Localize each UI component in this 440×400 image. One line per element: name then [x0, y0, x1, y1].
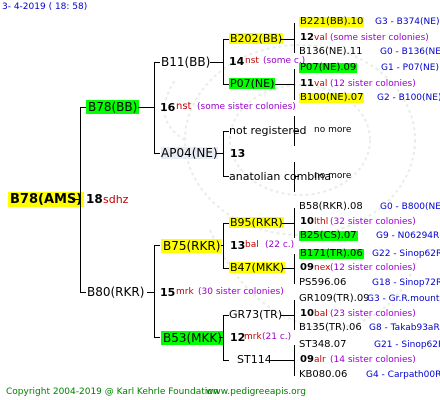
footer-copyright: Copyright 2004-2019 @ Karl Kehrle Founda…: [6, 387, 219, 397]
gen5-b136-name: B136(NE).11: [299, 46, 363, 57]
gen4-b47-name: B47(MKK): [229, 261, 286, 274]
footer-site-link[interactable]: www.pedigreeapis.org: [206, 388, 306, 397]
gen5-v09a-count: 09: [300, 262, 314, 273]
gen4-st114-name: ST114: [237, 353, 272, 366]
gen3-b75-abbr: bal: [245, 240, 259, 250]
gen5-b135-name: B135(TR).06: [299, 322, 362, 333]
father-abbr: nst: [176, 101, 192, 112]
gen5-v10a-count: 10: [300, 216, 314, 227]
gen5-v09b-note: (14 sister colonies): [330, 355, 416, 365]
gen5-v09b-count: 09: [300, 354, 314, 365]
gen5-nomore-1: no more: [314, 125, 352, 135]
gen5-ps596-name: PS596.06: [299, 277, 347, 288]
gen5-b58-name: B58(RKR).08: [299, 201, 363, 212]
gen5-v09a-abbr: nex: [314, 263, 331, 273]
father-note: (some sister colonies): [197, 102, 296, 112]
mother-count: 15: [160, 286, 176, 299]
gen4-b95-name: B95(RKR): [229, 216, 284, 229]
gen5-st348-name: ST348.07: [299, 339, 347, 350]
gen3-b53-name: B53(MKK): [161, 331, 224, 345]
gen5-v10a-note: (32 sister colonies): [330, 217, 416, 227]
mother-abbr: mrk: [176, 287, 194, 297]
gen5-b171-code: G22 - Sinop62R: [372, 249, 440, 259]
gen3-b75-name: B75(RKR): [161, 239, 223, 253]
gen5-v09a-note: (12 sister colonies): [330, 263, 416, 273]
root-abbr: sdhz: [103, 193, 129, 206]
gen5-v09b-abbr: alr: [314, 355, 326, 365]
root-count: 18: [86, 192, 103, 206]
gen5-v11-count: 11: [300, 78, 314, 89]
gen5-v12-note: (some sister colonies): [330, 33, 429, 43]
gen5-v11-note: (12 sister colonies): [330, 79, 416, 89]
gen5-ps596-code: G18 - Sinop72R: [372, 278, 440, 288]
gen5-p07-name: P07(NE).09: [299, 62, 358, 73]
father-count: 16: [160, 101, 176, 114]
gen4-b202-count: 14: [229, 55, 245, 68]
gen5-b136-code: G0 - B136(NE): [380, 47, 440, 57]
gen5-kb080-name: KB080.06: [299, 369, 348, 380]
mother-note: (30 sister colonies): [198, 287, 284, 297]
gen3-b75-count: 13: [230, 239, 246, 252]
gen5-v10b-count: 10: [300, 308, 314, 319]
gen5-b25-name: B25(CS).07: [299, 230, 358, 241]
gen3-b53-note: (21 c.): [262, 332, 292, 342]
gen5-nomore-2: no more: [314, 171, 352, 181]
gen3-ap04-count: 13: [230, 147, 246, 160]
gen3-b75-note: (22 c.): [265, 240, 295, 250]
gen4-p07-name: P07(NE): [229, 77, 276, 90]
gen5-v10b-abbr: bal: [314, 309, 328, 319]
gen5-st348-code: G21 - Sinop62R: [374, 340, 440, 350]
gen3-ap04-name: AP04(NE): [161, 146, 218, 160]
gen5-gr109-name: GR109(TR).09: [299, 293, 370, 304]
gen5-v10a-abbr: lthl: [314, 217, 329, 227]
gen5-gr109-code: G3 - Gr.R.mounta: [367, 294, 440, 304]
gen5-b135-code: G8 - Takab93aR: [369, 323, 440, 333]
gen5-b25-code: G9 - N06294R: [376, 231, 440, 241]
date-header: 3- 4-2019 ( 18: 58): [2, 2, 88, 12]
gen5-v10b-note: (23 sister colonies): [330, 309, 416, 319]
gen5-b171-name: B171(TR).06: [299, 248, 364, 259]
gen4-b202-abbr: nst: [245, 56, 259, 66]
gen5-v11-abbr: val: [314, 79, 328, 89]
gen3-b53-abbr: mrk: [244, 332, 262, 342]
gen5-p07-code: G1 - P07(NE): [381, 63, 439, 73]
gen5-b58-code: G0 - B800(NE): [380, 202, 440, 212]
gen5-v12-abbr: val: [314, 33, 328, 43]
pedigree-chart: 3- 4-2019 ( 18: 58) B78(AMS) 18 sdhz B78…: [0, 0, 440, 400]
gen5-b100-code: G2 - B100(NE): [377, 93, 440, 103]
gen5-b100-name: B100(NE).07: [299, 92, 365, 103]
gen5-v12-count: 12: [300, 32, 314, 43]
gen4-gr73-name: GR73(TR): [229, 308, 283, 321]
gen5-b221-name: B221(BB).10: [299, 16, 365, 27]
mother-queen-name: B80(RKR): [87, 285, 145, 299]
gen4-b202-name: B202(BB): [229, 32, 284, 45]
father-queen-name: B78(BB): [86, 100, 140, 114]
gen3-b11-name: B11(BB): [161, 55, 211, 69]
gen5-kb080-code: G4 - Carpath00R: [366, 370, 440, 380]
root-bracket: [80, 107, 81, 293]
gen5-b221-code: G3 - B374(NE): [375, 17, 440, 27]
